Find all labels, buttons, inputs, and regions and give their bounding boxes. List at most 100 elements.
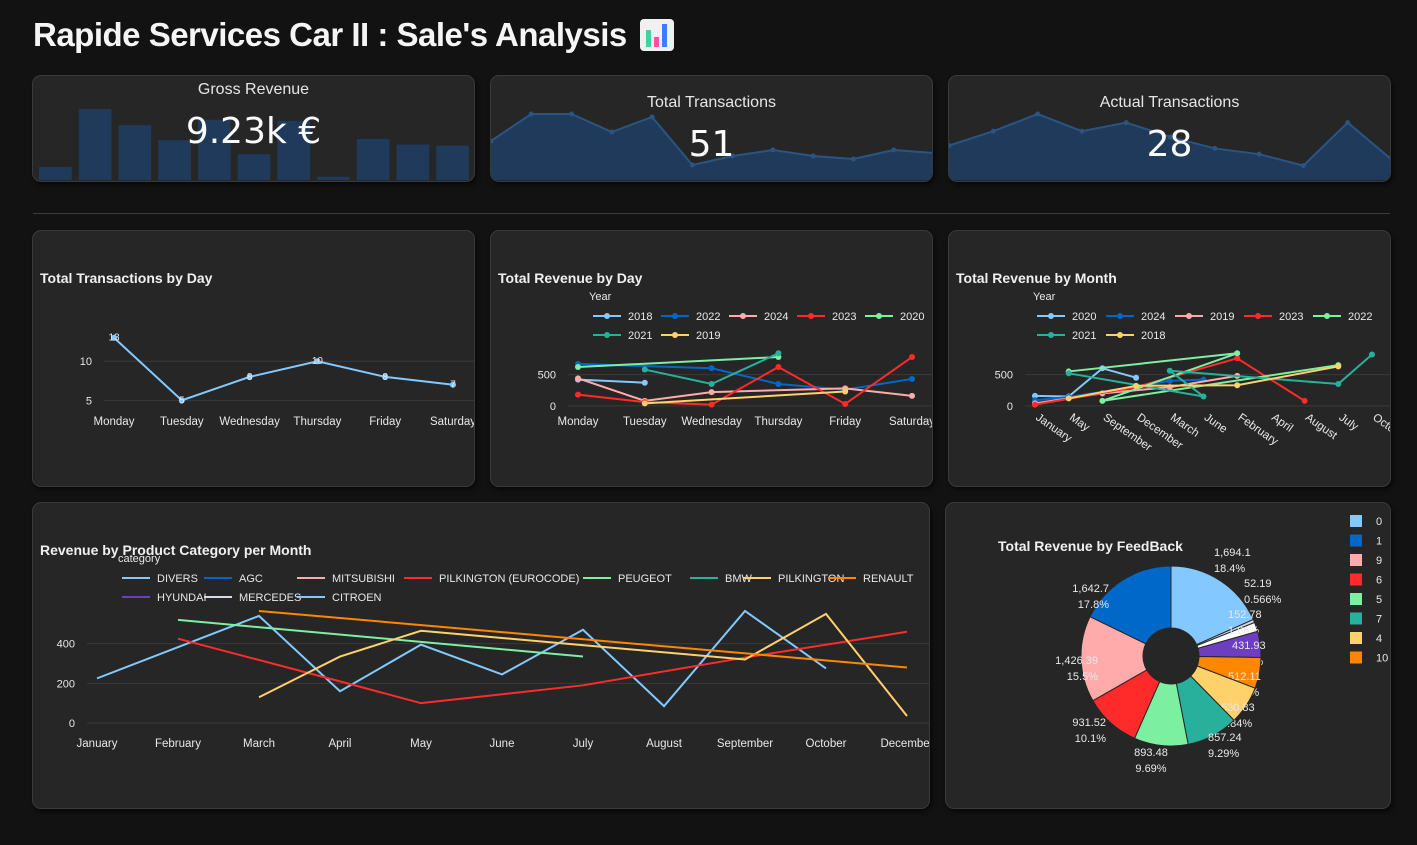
data-point [575, 364, 581, 371]
metric-label: Gross Revenue [197, 81, 310, 98]
legend-label: 2020 [1072, 311, 1096, 323]
chart-card-revenue-by-day: Total Revenue by Day 0 500 Monday Tuesday We… [490, 230, 933, 487]
slice-value-label: 857.24 [1208, 732, 1242, 744]
y-tick-label: 400 [57, 639, 75, 651]
legend-marker [808, 313, 814, 319]
legend-label: 7 [1376, 614, 1382, 626]
legend-label: 2024 [1141, 311, 1165, 323]
x-tick-label: January [1033, 412, 1074, 445]
transactions-by-day-chart[interactable]: 5 10 Monday Tuesday Wednesday Thursday Friday S… [33, 231, 475, 487]
metric-value: 51 [688, 124, 735, 165]
revenue-by-month-chart[interactable]: 0500JanuaryMay SeptemberDecemberMarch June… [949, 231, 1391, 487]
legend-label: 2023 [832, 311, 856, 323]
y-tick-label: 500 [538, 370, 556, 382]
legend-title: Year [589, 291, 612, 303]
legend-swatch [1350, 573, 1362, 586]
data-point [1133, 374, 1140, 381]
legend-marker [1117, 313, 1123, 319]
data-label: 8 [382, 372, 388, 383]
metric-label: Actual Transactions [1099, 94, 1240, 111]
x-tick-label: October [1370, 412, 1391, 445]
legend-label: 0 [1376, 516, 1382, 528]
slice-value-label: 431.93 [1232, 640, 1266, 652]
data-point [575, 375, 581, 382]
slice-value-label: 1,426.39 [1055, 655, 1098, 667]
data-point [909, 354, 915, 361]
data-point [775, 350, 782, 357]
spark-bar [39, 167, 72, 180]
spark-point [1035, 111, 1041, 117]
data-label: 10 [312, 356, 324, 367]
chart-card-revenue-by-category: Revenue by Product Category per Month 02… [32, 502, 930, 809]
y-tick-label: 0 [1007, 401, 1013, 413]
legend-swatch [1350, 651, 1362, 664]
bar-chart-emoji-icon [639, 18, 675, 52]
x-tick-label: April [1269, 412, 1295, 435]
legend-swatch [1350, 554, 1362, 566]
x-tick-label: Tuesday [160, 416, 204, 428]
legend-marker [1048, 313, 1054, 319]
legend-marker [604, 313, 610, 319]
chart-card-revenue-by-month: Total Revenue by Month 0 500 January May Sep… [948, 230, 1391, 487]
legend-marker [1324, 313, 1330, 319]
data-point [708, 389, 715, 396]
slice-pct-label: 15.5% [1067, 671, 1098, 683]
y-tick-label: 0 [550, 401, 556, 413]
legend-label: AGC [239, 573, 263, 585]
data-point [1234, 350, 1241, 357]
legend-label: 2019 [696, 330, 720, 342]
data-point [575, 391, 581, 398]
x-tick-label: Wednesday [681, 416, 742, 428]
x-tick-label: Thursday [754, 416, 802, 428]
legend-label: HYUNDAI [157, 592, 207, 604]
data-label: 8 [247, 372, 253, 383]
legend-label: 2024 [764, 311, 788, 323]
legend-label: 10 [1376, 653, 1388, 665]
legend-label: DIVERS [157, 573, 198, 585]
x-tick-label: Tuesday [623, 416, 667, 428]
data-point [1032, 401, 1038, 408]
x-tick-label: Monday [94, 416, 135, 428]
slice-pct-label: 18.4% [1214, 563, 1245, 575]
data-point [1301, 397, 1308, 404]
revenue-by-feedback-chart[interactable]: 1,694.118.4%52.190.566%152.781.66%431.93… [946, 503, 1391, 809]
legend-swatch [1350, 612, 1362, 625]
x-tick-label: September [717, 738, 773, 750]
y-tick-label: 500 [995, 370, 1013, 382]
legend-marker [740, 313, 746, 319]
legend-marker [1048, 332, 1054, 338]
spark-point [569, 111, 575, 117]
data-label: 5 [179, 395, 185, 406]
legend-label: 2021 [628, 330, 652, 342]
chart-card-revenue-by-feedback: Total Revenue by FeedBack 1,694.1 18.4% 52… [945, 502, 1391, 809]
x-tick-label: March [243, 738, 275, 750]
series-line [177, 618, 584, 658]
revenue-by-category-chart[interactable]: 0 200 400 January February March April May June J… [33, 503, 930, 809]
data-point [842, 400, 849, 407]
data-point [1200, 393, 1207, 400]
x-tick-label: July [573, 738, 594, 750]
metric-card-total-transactions: Total Transactions 51 [490, 75, 933, 182]
legend-title: category [118, 553, 161, 565]
data-point [1065, 395, 1072, 402]
data-label: 7 [450, 380, 456, 391]
x-tick-label: October [806, 738, 847, 750]
data-point [1166, 367, 1173, 374]
revenue-by-day-chart[interactable]: 0 500 Monday Tuesday Wednesday Thursday Friday… [491, 231, 933, 487]
legend-marker [1255, 313, 1261, 319]
x-tick-label: February [155, 738, 201, 750]
data-point [775, 380, 782, 387]
legend-marker [876, 313, 882, 319]
data-point [1234, 382, 1241, 389]
legend-swatch [1350, 593, 1362, 605]
slice-value-label: 52.19 [1244, 578, 1272, 590]
legend-label: 2018 [1141, 330, 1165, 342]
x-tick-label: August [646, 738, 683, 750]
legend-label: 4 [1376, 633, 1382, 645]
x-tick-label: Wednesday [219, 416, 280, 428]
legend-label: 2022 [696, 311, 720, 323]
legend-marker [672, 313, 678, 319]
data-point [909, 392, 915, 399]
data-point [1335, 380, 1342, 387]
x-tick-label: December [880, 738, 930, 750]
